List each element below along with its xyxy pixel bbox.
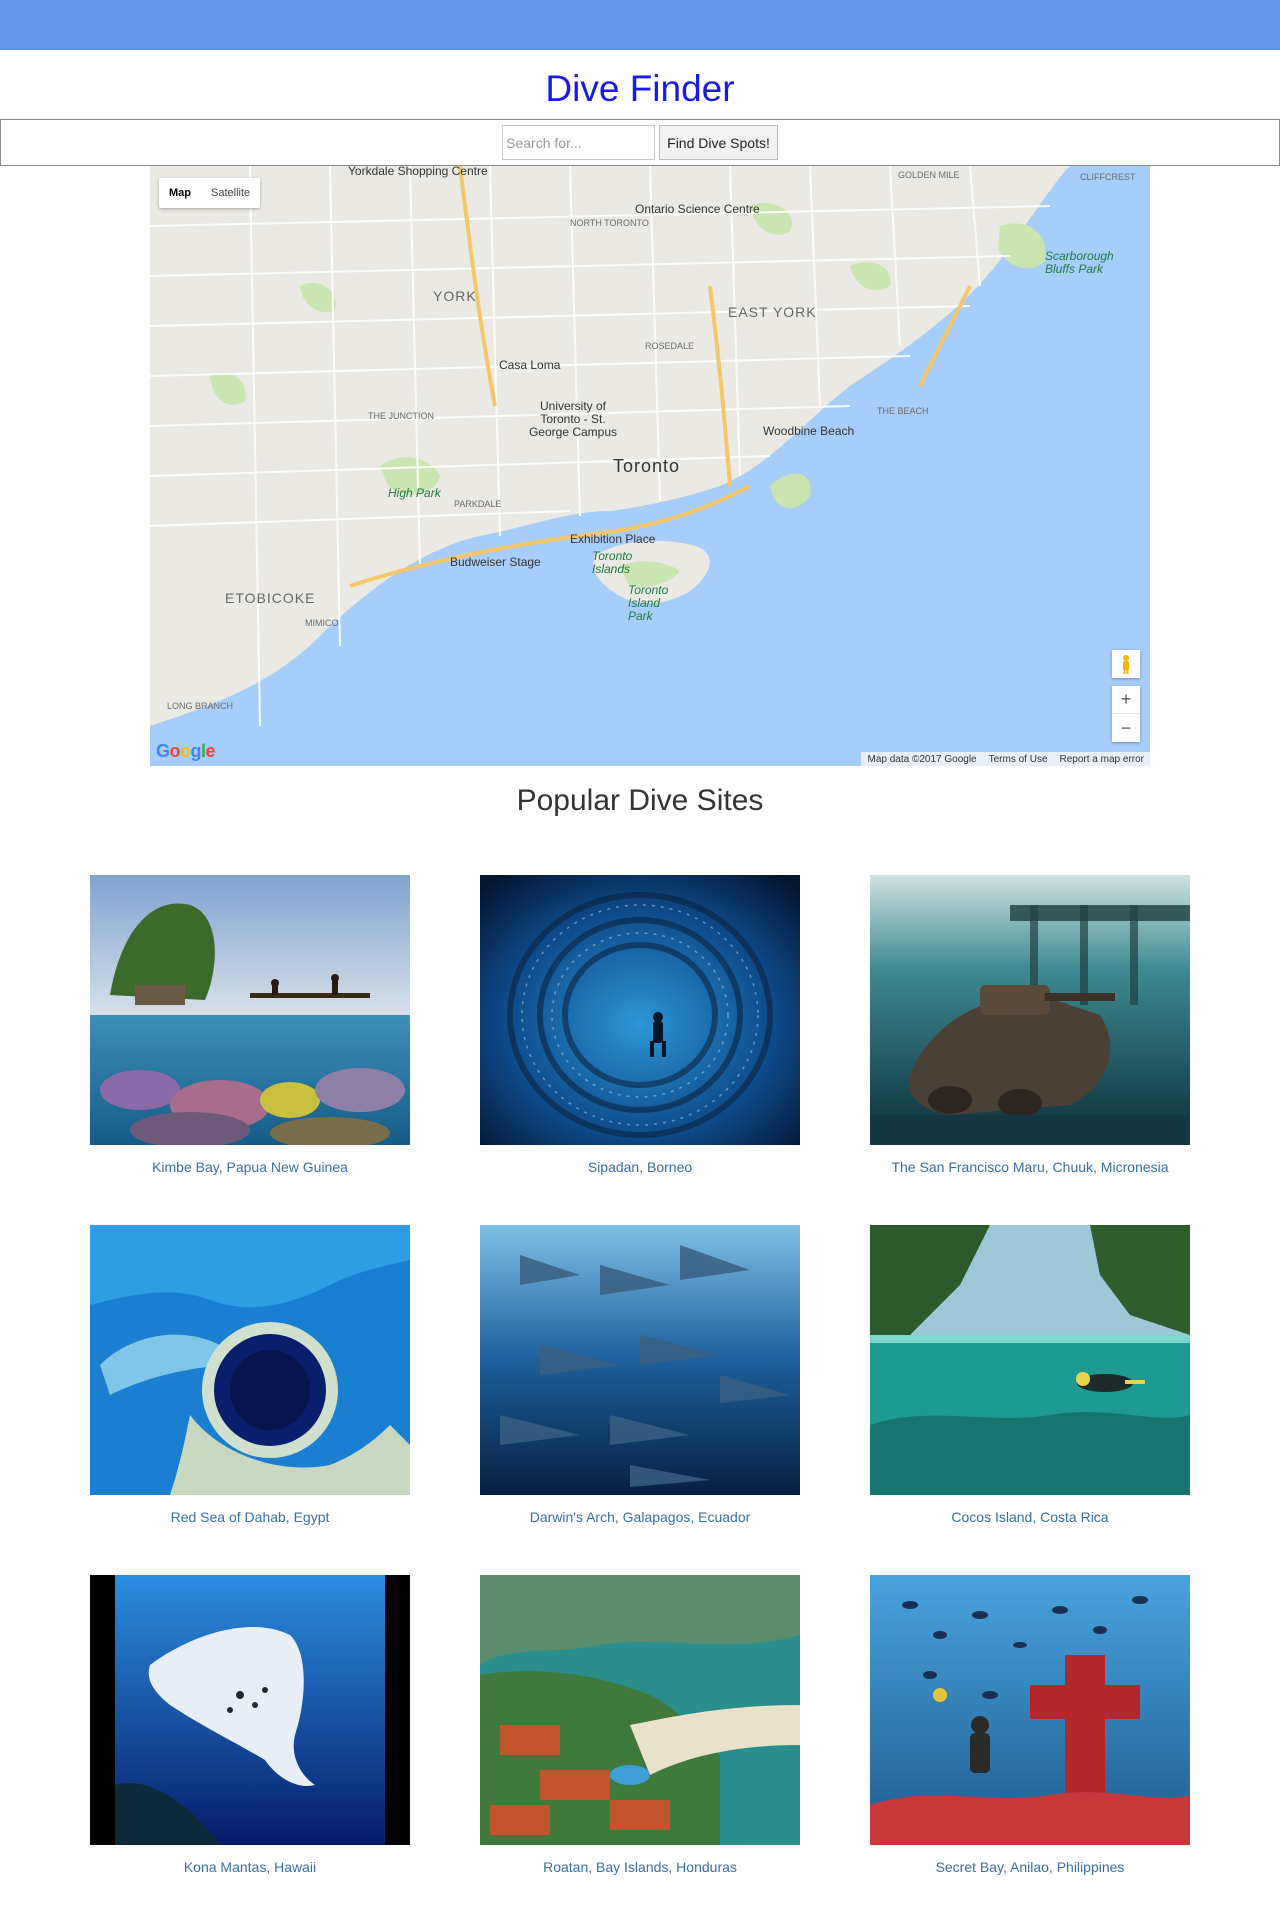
reef-cross-photo[interactable]	[870, 1575, 1190, 1845]
map-label-rosedale: ROSEDALE	[645, 341, 695, 351]
map[interactable]: Yorkdale Shopping Centre Ontario Science…	[150, 166, 1150, 766]
map-label-north-toronto: NORTH TORONTO	[570, 218, 649, 228]
zoom-control: + −	[1112, 686, 1140, 742]
map-label-the-junction: THE JUNCTION	[368, 411, 434, 421]
dive-site-card[interactable]: Darwin's Arch, Galapagos, Ecuador	[480, 1225, 800, 1525]
zoom-in-button[interactable]: +	[1112, 686, 1140, 714]
map-type-satellite[interactable]: Satellite	[201, 178, 260, 208]
hammerhead-photo[interactable]	[480, 1225, 800, 1495]
find-dive-spots-button[interactable]: Find Dive Spots!	[659, 125, 778, 160]
map-label-ontario-science-centre: Ontario Science Centre	[635, 202, 760, 216]
diver-lagoon-photo[interactable]	[870, 1225, 1190, 1495]
map-data-credit: Map data ©2017 Google	[867, 754, 977, 765]
map-label-east-york: EAST YORK	[728, 304, 817, 320]
pegman-icon[interactable]	[1112, 650, 1140, 678]
dive-site-link[interactable]: Secret Bay, Anilao, Philippines	[870, 1859, 1190, 1875]
google-logo: Google	[156, 741, 216, 761]
map-label-scarborough-bluffs: Scarborough Bluffs Park	[1045, 249, 1114, 276]
map-label-toronto-islands: Toronto Islands	[592, 549, 633, 576]
map-label-budweiser-stage: Budweiser Stage	[450, 555, 541, 569]
map-label-uoft: University of Toronto - St. George Campu…	[528, 399, 618, 439]
map-label-mimico: MIMICO	[305, 618, 339, 628]
map-type-map[interactable]: Map	[159, 178, 201, 208]
map-label-exhibition-place: Exhibition Place	[570, 532, 656, 546]
dive-site-card[interactable]: Roatan, Bay Islands, Honduras	[480, 1575, 800, 1875]
map-label-yorkdale: Yorkdale Shopping Centre	[348, 166, 488, 178]
dive-site-link[interactable]: Sipadan, Borneo	[480, 1159, 800, 1175]
shipwreck-photo[interactable]	[870, 875, 1190, 1145]
zoom-out-button[interactable]: −	[1112, 714, 1140, 742]
dive-site-card[interactable]: Cocos Island, Costa Rica	[870, 1225, 1190, 1525]
coral-reef-photo[interactable]	[90, 875, 410, 1149]
resort-aerial-photo[interactable]	[480, 1575, 800, 1845]
dive-site-card[interactable]: Red Sea of Dahab, Egypt	[90, 1225, 410, 1525]
map-label-york: YORK	[433, 288, 477, 304]
dive-site-link[interactable]: Roatan, Bay Islands, Honduras	[480, 1859, 800, 1875]
search-bar: Find Dive Spots!	[0, 119, 1280, 166]
map-label-toronto-island-park: Toronto Island Park	[628, 583, 669, 623]
map-label-etobicoke: ETOBICOKE	[225, 590, 316, 606]
dive-site-card[interactable]: Sipadan, Borneo	[480, 875, 800, 1175]
map-label-casa-loma: Casa Loma	[499, 358, 561, 372]
dive-site-link[interactable]: Darwin's Arch, Galapagos, Ecuador	[480, 1509, 800, 1525]
manta-ray-photo[interactable]	[90, 1575, 410, 1845]
map-label-woodbine-beach: Woodbine Beach	[763, 424, 855, 438]
map-label-high-park: High Park	[388, 486, 441, 500]
map-type-control: Map Satellite	[159, 178, 261, 208]
dive-site-link[interactable]: Kona Mantas, Hawaii	[90, 1859, 410, 1875]
dive-site-link[interactable]: Red Sea of Dahab, Egypt	[90, 1509, 410, 1525]
search-input[interactable]	[502, 125, 656, 160]
blue-hole-photo[interactable]	[90, 1225, 410, 1495]
map-label-long-branch: LONG BRANCH	[167, 701, 234, 711]
report-map-error-link[interactable]: Report a map error	[1054, 752, 1150, 766]
fish-tornado-photo[interactable]	[480, 875, 800, 1145]
dive-site-link[interactable]: Cocos Island, Costa Rica	[870, 1509, 1190, 1525]
dive-site-link[interactable]: The San Francisco Maru, Chuuk, Micronesi…	[870, 1159, 1190, 1175]
map-label-parkdale: PARKDALE	[454, 499, 502, 509]
dive-site-card[interactable]: Kimbe Bay, Papua New Guinea	[90, 875, 410, 1175]
map-label-the-beach: THE BEACH	[877, 406, 929, 416]
map-label-golden-mile: GOLDEN MILE	[898, 170, 960, 180]
map-label-cliffcrest: CLIFFCREST	[1080, 172, 1136, 182]
top-bar	[0, 0, 1280, 50]
terms-of-use-link[interactable]: Terms of Use	[983, 752, 1054, 766]
map-attribution: Map data ©2017 Google Terms of Use Repor…	[861, 752, 1150, 766]
dive-site-card[interactable]: The San Francisco Maru, Chuuk, Micronesi…	[870, 875, 1190, 1175]
dive-site-card[interactable]: Kona Mantas, Hawaii	[90, 1575, 410, 1875]
dive-site-card[interactable]: Secret Bay, Anilao, Philippines	[870, 1575, 1190, 1875]
dive-site-link[interactable]: Kimbe Bay, Papua New Guinea	[90, 1159, 410, 1175]
page-title: Dive Finder	[545, 68, 735, 109]
map-label-toronto: Toronto	[613, 456, 681, 476]
popular-dive-sites-heading: Popular Dive Sites	[516, 784, 764, 817]
